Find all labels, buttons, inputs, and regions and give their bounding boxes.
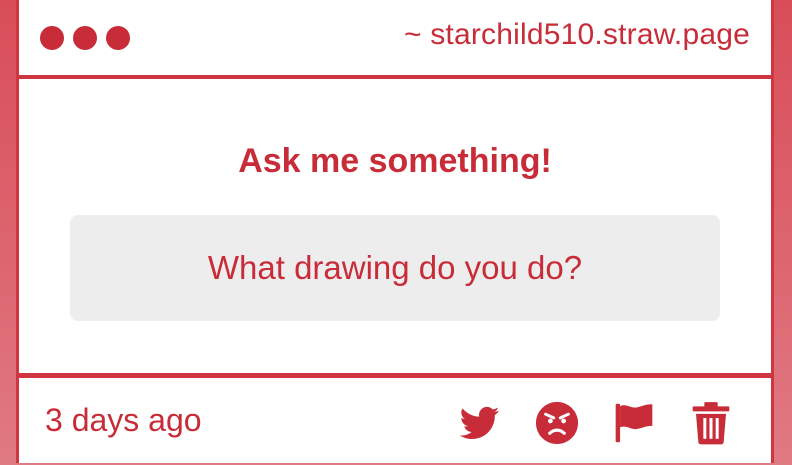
twitter-share-button[interactable]: [456, 399, 504, 447]
card-footer: 3 days ago: [19, 373, 771, 463]
window-dot: [73, 26, 97, 50]
trash-icon: [692, 402, 730, 445]
action-bar: [456, 399, 735, 447]
flag-icon: [615, 403, 653, 443]
page-title: Ask me something!: [238, 142, 552, 180]
react-button[interactable]: [533, 399, 581, 447]
question-box: What drawing do you do?: [70, 215, 720, 321]
report-button[interactable]: [610, 399, 658, 447]
question-text: What drawing do you do?: [207, 249, 583, 286]
prompt-area: Ask me something! What drawing do you do…: [19, 79, 771, 373]
window-titlebar: ~ starchild510.straw.page: [19, 0, 771, 79]
delete-button[interactable]: [687, 399, 735, 447]
ask-card: ~ starchild510.straw.page Ask me somethi…: [16, 0, 774, 463]
window-dots: [40, 26, 130, 50]
window-dot: [40, 26, 64, 50]
page-address[interactable]: ~ starchild510.straw.page: [404, 15, 750, 55]
angry-face-icon: [535, 401, 579, 445]
window-dot: [106, 26, 130, 50]
twitter-icon: [459, 406, 500, 439]
timestamp: 3 days ago: [45, 402, 202, 438]
